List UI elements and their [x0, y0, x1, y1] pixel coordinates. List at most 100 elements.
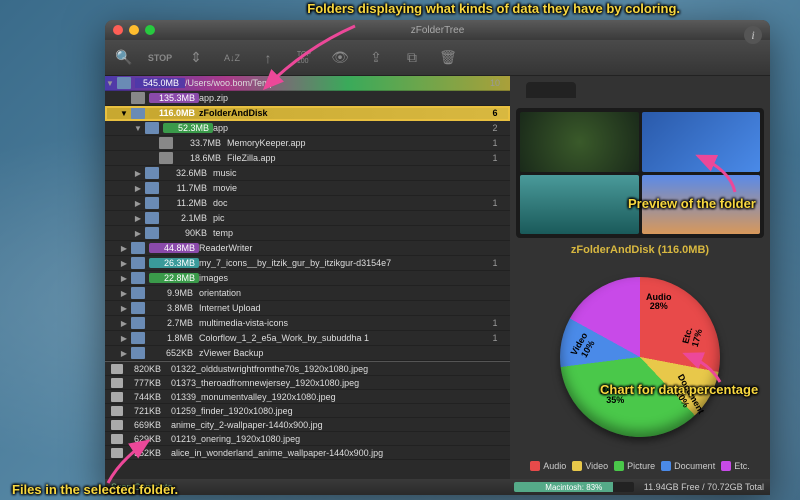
tree-row[interactable]: 18.6MBFileZilla.app1 [105, 151, 510, 166]
close-icon[interactable] [113, 25, 123, 35]
traffic-lights [113, 25, 155, 35]
app-window: zFolderTree 🔍 STOP ⇕ A↓Z ↑ TOP100 👁 ⇪ ⧉ … [105, 20, 770, 495]
folder-icon [131, 287, 145, 299]
row-count: 1 [486, 198, 504, 208]
file-row[interactable]: 552KBalice_in_wonderland_anime_wallpaper… [105, 446, 510, 460]
tree-row[interactable]: ▶ 9.9MBorientation [105, 286, 510, 301]
disclosure-arrow-icon[interactable]: ▼ [133, 124, 143, 133]
legend-swatch [614, 461, 624, 471]
folder-icon [131, 272, 145, 284]
file-name: anime_city_2-wallpaper-1440x900.jpg [171, 420, 504, 430]
folder-icon [145, 182, 159, 194]
titlebar[interactable]: zFolderTree [105, 20, 770, 40]
tree-row[interactable]: ▶3.8MBInternet Upload [105, 301, 510, 316]
folder-icon [117, 77, 131, 89]
row-name: movie [213, 183, 486, 193]
disclosure-arrow-icon[interactable]: ▶ [119, 304, 129, 313]
row-size: 9.9MB [149, 288, 199, 298]
file-icon [131, 92, 145, 104]
preview-thumb[interactable] [520, 175, 639, 235]
row-size: 22.8MB [149, 273, 199, 283]
disclosure-arrow-icon[interactable]: ▶ [133, 169, 143, 178]
collapse-button[interactable]: ⇕ [185, 47, 207, 69]
annotation-files: Files in the selected folder. [12, 482, 178, 498]
tree-row[interactable]: ▶44.8MBReaderWriter [105, 241, 510, 256]
row-name: temp [213, 228, 486, 238]
row-size: 44.8MB [149, 243, 199, 253]
folder-icon [145, 122, 159, 134]
tree-row[interactable]: ▶26.3MBmy_7_icons__by_itzik_gur_by_itzik… [105, 256, 510, 271]
folder-tree[interactable]: ▼545.0MB/Users/woo.bom/Temp10135.3MBapp.… [105, 76, 510, 361]
row-name: app [213, 123, 486, 133]
stop-button[interactable]: STOP [149, 47, 171, 69]
tree-row[interactable]: ▶2.1MBpic [105, 211, 510, 226]
file-name: alice_in_wonderland_anime_wallpaper-1440… [171, 448, 504, 458]
disclosure-arrow-icon[interactable]: ▶ [119, 319, 129, 328]
trash-button[interactable]: 🗑 [437, 47, 459, 69]
preview-thumb[interactable] [520, 112, 639, 172]
legend-label: Picture [627, 461, 655, 471]
tree-row[interactable]: ▶2.7MBmultimedia-vista-icons1 [105, 316, 510, 331]
disclosure-arrow-icon[interactable]: ▼ [119, 109, 129, 118]
disclosure-arrow-icon[interactable]: ▶ [133, 229, 143, 238]
tree-row[interactable]: ▶652KBzViewer Backup [105, 346, 510, 361]
legend-label: Document [674, 461, 715, 471]
file-row[interactable]: 629KB01219_onering_1920x1080.jpeg [105, 432, 510, 446]
disclosure-arrow-icon[interactable]: ▶ [119, 244, 129, 253]
info-button[interactable]: i [744, 26, 762, 44]
disclosure-arrow-icon[interactable]: ▶ [133, 214, 143, 223]
legend-label: Video [585, 461, 608, 471]
disclosure-arrow-icon[interactable]: ▶ [133, 199, 143, 208]
file-icon [159, 152, 173, 164]
disclosure-arrow-icon[interactable]: ▶ [119, 259, 129, 268]
folder-icon [145, 167, 159, 179]
legend-swatch [572, 461, 582, 471]
file-row[interactable]: 669KBanime_city_2-wallpaper-1440x900.jpg [105, 418, 510, 432]
legend-item: Audio [530, 461, 566, 471]
tree-row[interactable]: ▶1.8MBColorflow_1_2_e5a_Work_by_subuddha… [105, 331, 510, 346]
row-size: 545.0MB [135, 78, 185, 88]
annotation-preview: Preview of the folder [628, 196, 756, 212]
row-name: music [213, 168, 486, 178]
copy-button[interactable]: ⧉ [401, 47, 423, 69]
disclosure-arrow-icon[interactable]: ▶ [119, 334, 129, 343]
folder-icon [131, 107, 145, 119]
row-name: orientation [199, 288, 486, 298]
row-size: 1.8MB [149, 333, 199, 343]
zoom-icon[interactable] [145, 25, 155, 35]
disclosure-arrow-icon[interactable]: ▶ [133, 184, 143, 193]
minimize-icon[interactable] [129, 25, 139, 35]
search-button[interactable]: 🔍 [113, 47, 135, 69]
tree-row[interactable]: ▶11.2MBdoc1 [105, 196, 510, 211]
row-count: 1 [486, 258, 504, 268]
row-size: 135.3MB [149, 93, 199, 103]
tree-row[interactable]: ▶90KBtemp [105, 226, 510, 241]
file-size: 669KB [129, 420, 171, 430]
row-name: zViewer Backup [199, 348, 486, 358]
sort-az-button[interactable]: A↓Z [221, 47, 243, 69]
folder-icon [131, 317, 145, 329]
row-size: 3.8MB [149, 303, 199, 313]
export-button[interactable]: ⇪ [365, 47, 387, 69]
tree-row[interactable]: ▶ 22.8MBimages [105, 271, 510, 286]
tree-row[interactable]: 33.7MBMemoryKeeper.app1 [105, 136, 510, 151]
row-size: 52.3MB [163, 123, 213, 133]
disclosure-arrow-icon[interactable]: ▶ [119, 289, 129, 298]
tree-row[interactable]: ▼52.3MBapp2 [105, 121, 510, 136]
tree-row[interactable]: ▶32.6MBmusic [105, 166, 510, 181]
tree-row[interactable]: ▼116.0MBzFolderAndDisk6 [105, 106, 510, 121]
row-name: multimedia-vista-icons [199, 318, 486, 328]
disclosure-arrow-icon[interactable]: ▶ [119, 274, 129, 283]
file-row[interactable]: 820KB01322_olddustwrightfromthe70s_1920x… [105, 362, 510, 376]
file-icon [111, 378, 123, 388]
legend-swatch [721, 461, 731, 471]
disclosure-arrow-icon[interactable]: ▶ [119, 349, 129, 358]
tree-row[interactable]: ▶11.7MBmovie [105, 181, 510, 196]
file-list[interactable]: 820KB01322_olddustwrightfromthe70s_1920x… [105, 361, 510, 479]
file-row[interactable]: 777KB01373_theroadfromnewjersey_1920x108… [105, 376, 510, 390]
disclosure-arrow-icon[interactable]: ▼ [105, 79, 115, 88]
file-row[interactable]: 744KB01339_monumentvalley_1920x1080.jpeg [105, 390, 510, 404]
row-name: images [199, 273, 486, 283]
file-icon [111, 364, 123, 374]
file-row[interactable]: 721KB01259_finder_1920x1080.jpeg [105, 404, 510, 418]
